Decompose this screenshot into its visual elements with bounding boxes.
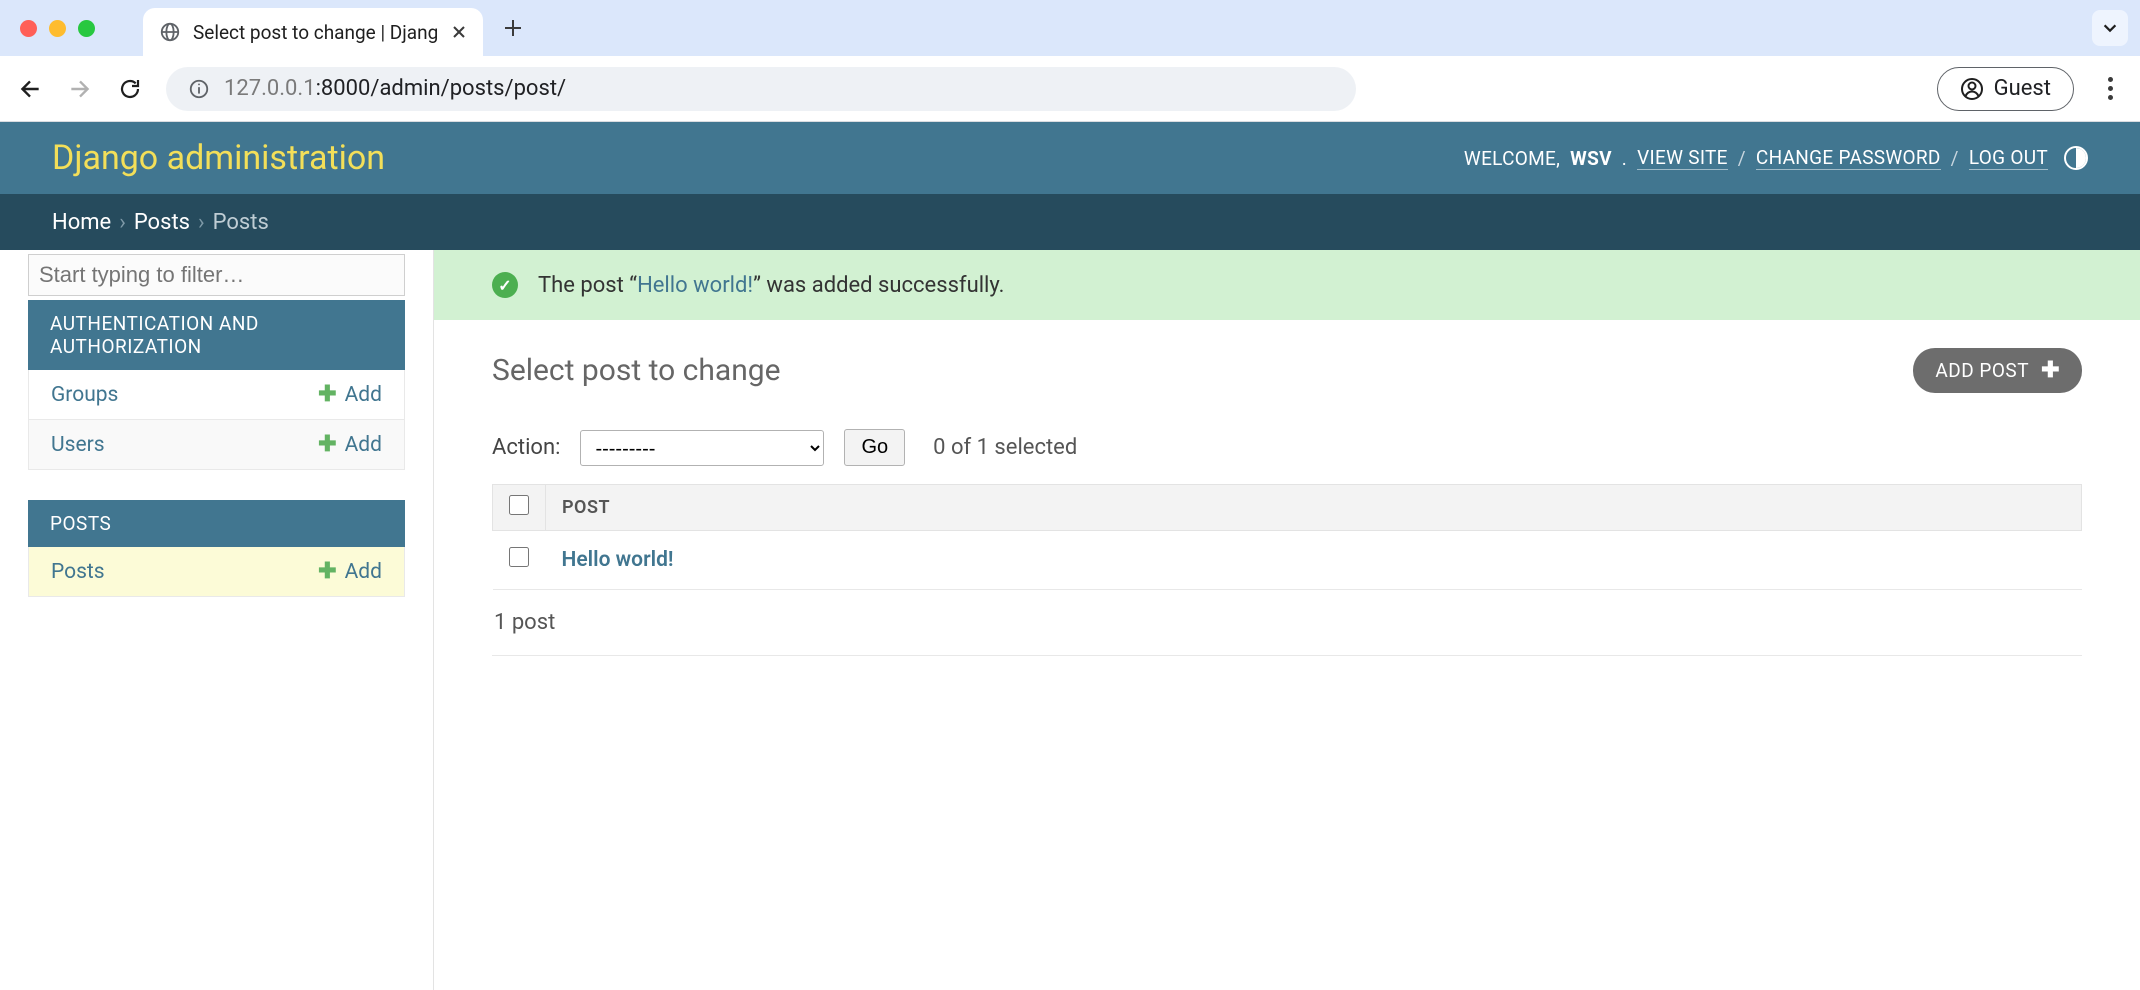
users-add-link[interactable]: ✚ Add	[318, 432, 382, 457]
app-auth-caption[interactable]: AUTHENTICATION AND AUTHORIZATION	[28, 300, 405, 370]
msg-post: ” was added successfully.	[753, 273, 1004, 298]
window-controls	[20, 0, 95, 56]
profile-label: Guest	[1994, 76, 2051, 101]
browser-toolbar: 127.0.0.1:8000/admin/posts/post/ Guest	[0, 56, 2140, 122]
changelist-table: POST Hello world!	[492, 484, 2082, 590]
app-posts: POSTS Posts ✚ Add	[28, 500, 405, 597]
user-tools: WELCOME, WSV. VIEW SITE / CHANGE PASSWOR…	[1464, 146, 2088, 170]
select-all-cell	[493, 485, 546, 531]
filter-input-wrapper	[28, 254, 405, 296]
plus-icon: ✚	[2041, 358, 2060, 383]
welcome-text: WELCOME,	[1464, 147, 1560, 170]
maximize-window-button[interactable]	[78, 20, 95, 37]
users-link[interactable]: Users	[51, 433, 105, 457]
msg-pre: The post “	[538, 273, 637, 298]
breadcrumb: Home › Posts › Posts	[0, 194, 2140, 250]
url-host: 127.0.0.1	[224, 76, 316, 101]
column-header-post[interactable]: POST	[546, 485, 2082, 531]
groups-add-link[interactable]: ✚ Add	[318, 382, 382, 407]
username: WSV	[1570, 147, 1612, 170]
add-label: Add	[345, 560, 382, 584]
tabs-dropdown-button[interactable]	[2092, 10, 2128, 46]
item-count: 1 post	[492, 590, 2082, 656]
go-button[interactable]: Go	[844, 429, 905, 466]
sidebar-item-posts: Posts ✚ Add	[28, 547, 405, 597]
chevron-right-icon: ›	[198, 210, 205, 235]
admin-main: ✓ The post “Hello world!” was added succ…	[434, 250, 2140, 990]
add-post-button[interactable]: ADD POST ✚	[1913, 348, 2082, 393]
django-admin: Django administration WELCOME, WSV. VIEW…	[0, 122, 2140, 990]
app-posts-caption[interactable]: POSTS	[28, 500, 405, 547]
add-label: Add	[345, 433, 382, 457]
groups-link[interactable]: Groups	[51, 383, 118, 407]
success-text: The post “Hello world!” was added succes…	[538, 273, 1004, 298]
add-label: Add	[345, 383, 382, 407]
close-window-button[interactable]	[20, 20, 37, 37]
tab-strip: Select post to change | Djang	[0, 0, 2140, 56]
filter-input[interactable]	[39, 262, 394, 288]
action-label: Action:	[492, 435, 560, 460]
back-button[interactable]	[16, 75, 44, 103]
admin-header: Django administration WELCOME, WSV. VIEW…	[0, 122, 2140, 194]
log-out-link[interactable]: LOG OUT	[1969, 146, 2048, 170]
brand-title[interactable]: Django administration	[52, 138, 385, 178]
sidebar-item-groups: Groups ✚ Add	[28, 370, 405, 420]
url-path: :8000/admin/posts/post/	[316, 76, 567, 101]
selection-counter: 0 of 1 selected	[933, 435, 1077, 460]
plus-icon: ✚	[318, 382, 336, 407]
browser-chrome: Select post to change | Djang	[0, 0, 2140, 122]
select-all-checkbox[interactable]	[509, 495, 529, 515]
reload-button[interactable]	[116, 75, 144, 103]
plus-icon: ✚	[318, 559, 336, 584]
site-info-icon[interactable]	[188, 78, 210, 100]
profile-chip[interactable]: Guest	[1937, 67, 2074, 111]
breadcrumb-home[interactable]: Home	[52, 210, 111, 235]
app-auth: AUTHENTICATION AND AUTHORIZATION Groups …	[28, 300, 405, 470]
page-title: Select post to change	[492, 353, 781, 388]
admin-sidebar: AUTHENTICATION AND AUTHORIZATION Groups …	[0, 250, 434, 990]
globe-icon	[159, 21, 181, 43]
posts-add-link[interactable]: ✚ Add	[318, 559, 382, 584]
sidebar-item-users: Users ✚ Add	[28, 420, 405, 470]
table-row: Hello world!	[493, 531, 2082, 590]
msg-object-link[interactable]: Hello world!	[637, 273, 753, 298]
view-site-link[interactable]: VIEW SITE	[1637, 146, 1728, 170]
tab-title: Select post to change | Djang	[193, 21, 439, 44]
content-header: Select post to change ADD POST ✚	[492, 348, 2082, 393]
add-post-label: ADD POST	[1935, 359, 2029, 382]
theme-toggle-icon[interactable]	[2064, 146, 2088, 170]
url-text: 127.0.0.1:8000/admin/posts/post/	[224, 76, 566, 101]
breadcrumb-app[interactable]: Posts	[134, 210, 190, 235]
forward-button[interactable]	[66, 75, 94, 103]
success-message: ✓ The post “Hello world!” was added succ…	[434, 250, 2140, 320]
new-tab-button[interactable]	[493, 8, 533, 48]
chevron-right-icon: ›	[119, 210, 126, 235]
action-select[interactable]: ---------	[580, 430, 824, 466]
close-tab-icon[interactable]	[451, 24, 467, 40]
breadcrumb-current: Posts	[213, 210, 269, 235]
minimize-window-button[interactable]	[49, 20, 66, 37]
plus-icon: ✚	[318, 432, 336, 457]
browser-tab[interactable]: Select post to change | Djang	[143, 8, 483, 56]
check-icon: ✓	[492, 272, 518, 298]
row-checkbox[interactable]	[509, 547, 529, 567]
row-link[interactable]: Hello world!	[562, 548, 674, 572]
posts-link[interactable]: Posts	[51, 560, 105, 584]
change-password-link[interactable]: CHANGE PASSWORD	[1756, 146, 1941, 170]
actions-bar: Action: --------- Go 0 of 1 selected	[492, 429, 2082, 466]
browser-menu-button[interactable]	[2096, 77, 2124, 100]
address-bar[interactable]: 127.0.0.1:8000/admin/posts/post/	[166, 67, 1356, 111]
